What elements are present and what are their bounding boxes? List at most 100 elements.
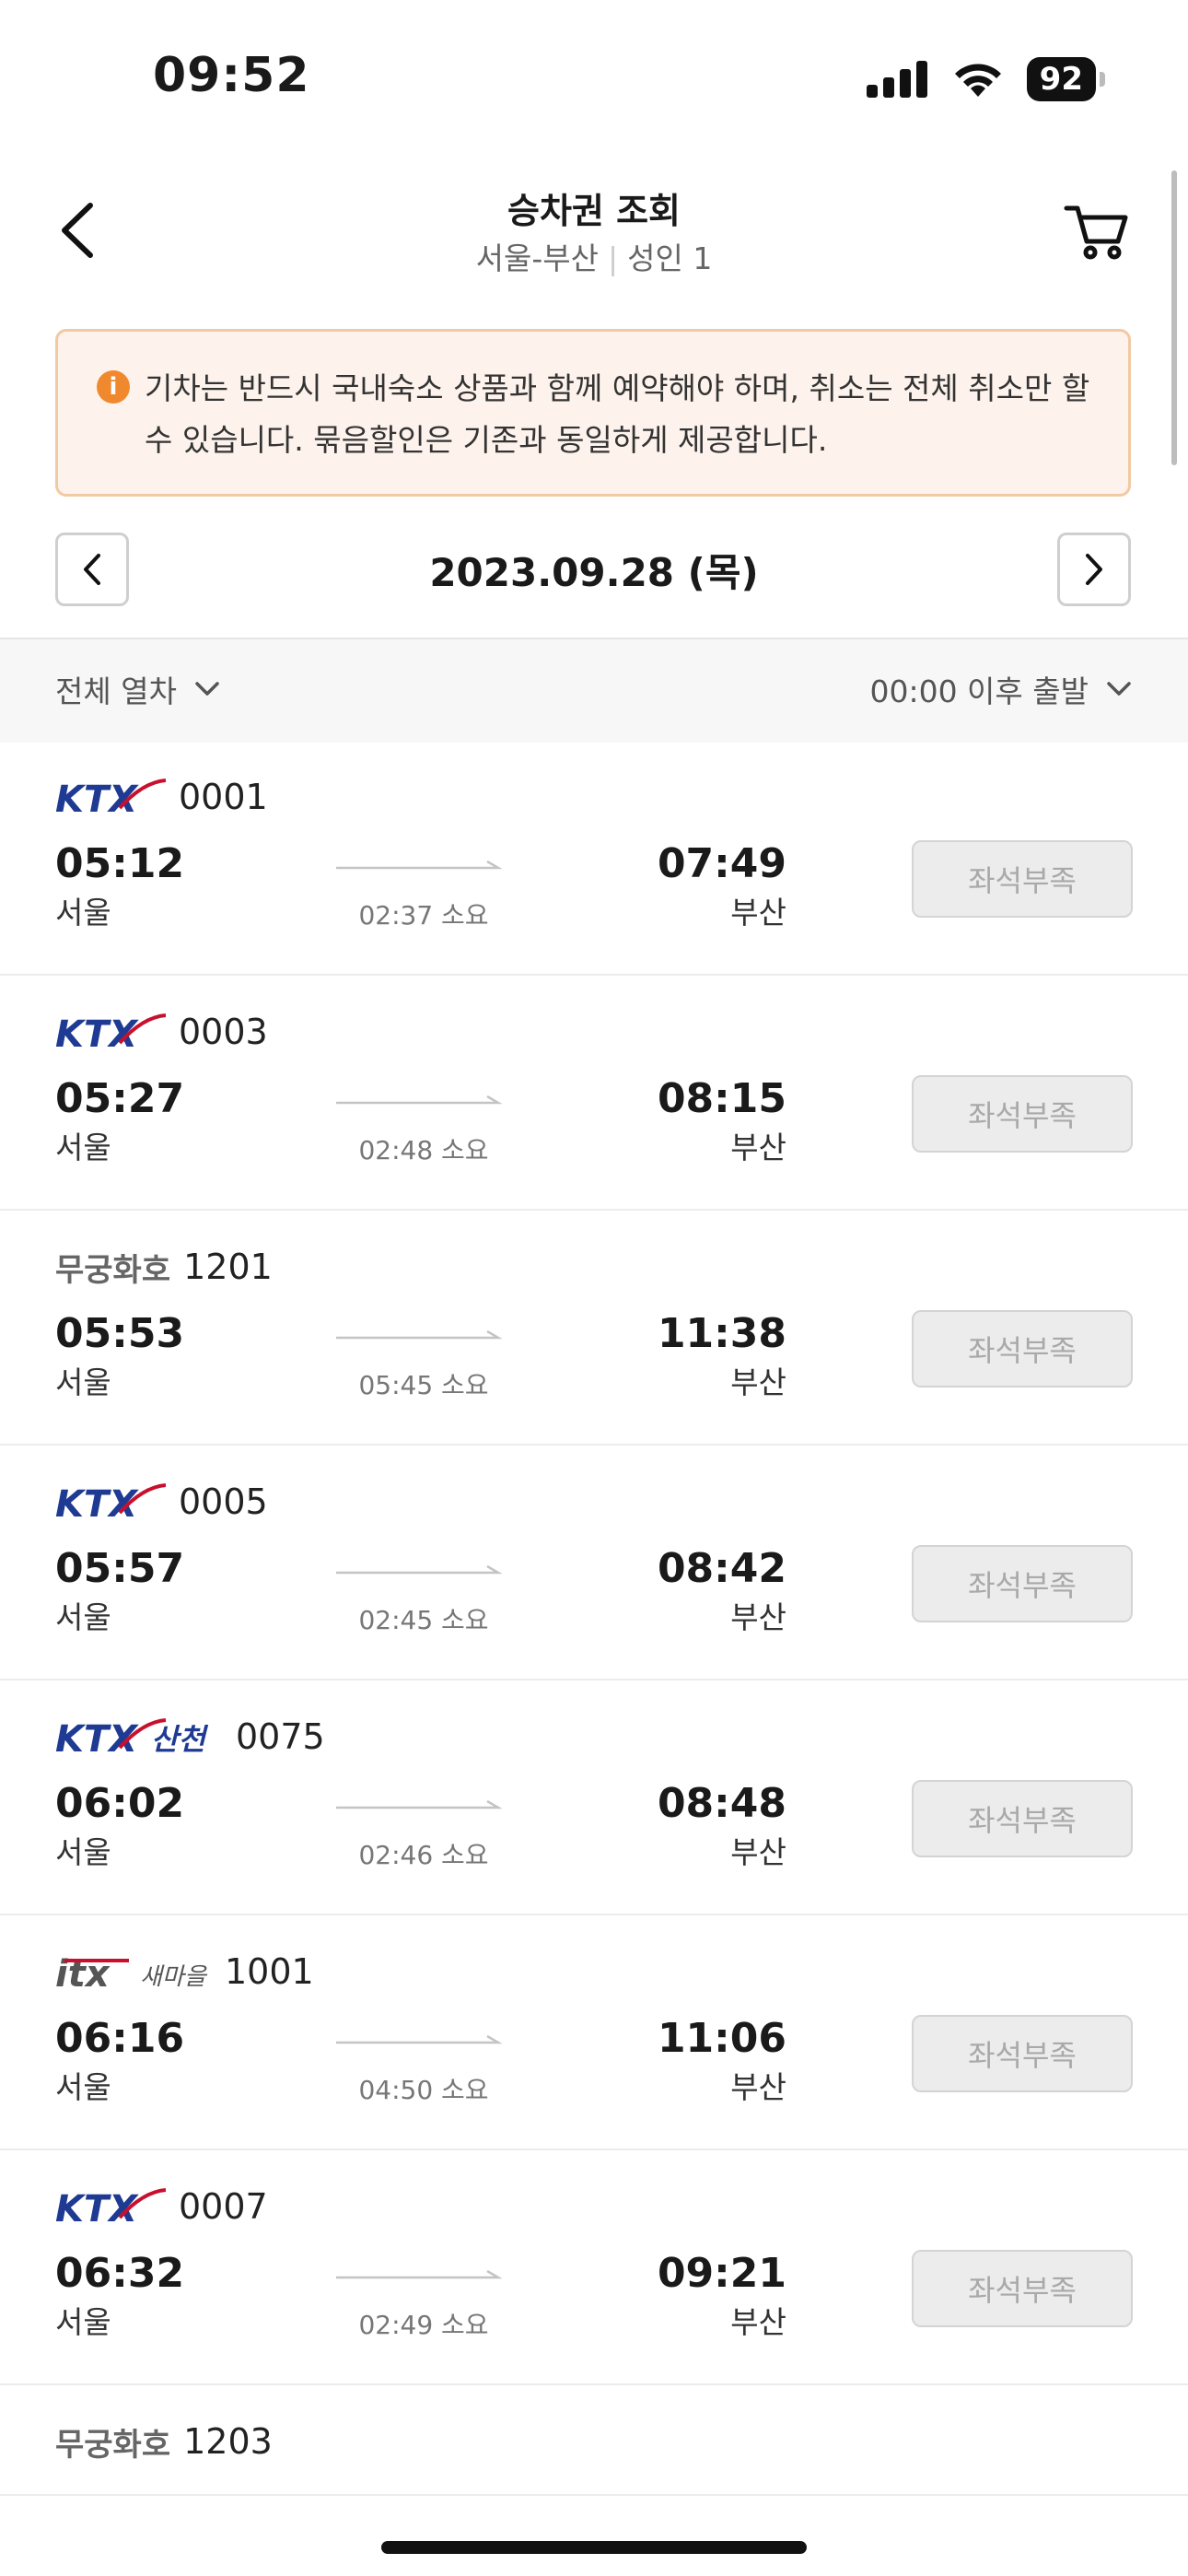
departure-station: 서울 — [55, 895, 111, 931]
train-row[interactable]: KTX 산천 0075 06:02 서울 02:46 소요 08:48 부산 좌… — [0, 1680, 1188, 1915]
train-number: 0007 — [179, 2186, 268, 2227]
seat-unavailable-button[interactable]: 좌석부족 — [912, 1075, 1133, 1153]
arrival-station: 부산 — [730, 1130, 786, 1165]
svg-text:KTX: KTX — [55, 2188, 139, 2227]
ktx-logo-icon: KTX — [55, 779, 166, 817]
status-bar: 09:52 92 — [0, 0, 1188, 157]
train-number: 1201 — [183, 1247, 273, 1287]
departure-time: 05:53 — [55, 1310, 185, 1357]
filter-bar: 전체 열차 00:00 이후 출발 — [0, 638, 1188, 743]
chevron-right-icon — [1086, 554, 1102, 585]
mugunghwa-logo: 무궁화호 — [55, 2426, 171, 2464]
train-type-filter[interactable]: 전체 열차 — [55, 667, 221, 711]
arrival-station: 부산 — [730, 895, 786, 931]
arrival-station: 부산 — [730, 1364, 786, 1400]
page-header: 승차권 조회 서울-부산 | 성인 1 — [0, 157, 1188, 322]
date-navigation: 2023.09.28 (목) — [0, 525, 1188, 636]
arrival-time: 08:15 — [657, 1075, 786, 1122]
seat-unavailable-button[interactable]: 좌석부족 — [912, 840, 1133, 918]
departure-time: 05:12 — [55, 840, 185, 887]
selected-date: 2023.09.28 (목) — [429, 550, 759, 595]
next-date-button[interactable] — [1057, 533, 1131, 606]
svg-text:KTX: KTX — [55, 1483, 139, 1522]
train-brand: KTX 0007 — [55, 2184, 268, 2230]
svg-text:KTX: KTX — [55, 1718, 139, 1757]
train-brand: 무궁화호 1203 — [55, 2418, 273, 2465]
seat-unavailable-button[interactable]: 좌석부족 — [912, 2250, 1133, 2327]
arrival-time: 11:38 — [657, 1310, 786, 1357]
departure-time: 06:02 — [55, 1780, 185, 1827]
train-brand: KTX 0003 — [55, 1009, 268, 1055]
status-time: 09:52 — [153, 48, 310, 103]
arrival-time: 08:48 — [657, 1780, 786, 1827]
arrival-time: 08:42 — [657, 1545, 786, 1592]
battery-indicator: 92 — [1026, 57, 1106, 101]
page-title: 승차권 조회 — [507, 191, 681, 231]
departure-time: 06:16 — [55, 2015, 185, 2062]
mugunghwa-logo: 무궁화호 — [55, 1251, 171, 1289]
train-number: 1203 — [183, 2421, 273, 2462]
departure-time: 05:57 — [55, 1545, 185, 1592]
departure-station: 서울 — [55, 2069, 111, 2105]
ktx-logo-icon: KTX — [55, 1013, 166, 1052]
passenger-label: 성인 1 — [627, 240, 713, 276]
travel-duration: 02:49 소요 — [358, 2310, 489, 2340]
battery-level: 92 — [1039, 61, 1083, 98]
info-icon: i — [97, 370, 130, 404]
arrival-time: 09:21 — [657, 2250, 786, 2297]
train-row[interactable]: KTX 0001 05:12 서울 02:37 소요 07:49 부산 좌석부족 — [0, 741, 1188, 976]
cart-button[interactable] — [1059, 193, 1133, 267]
train-number: 1001 — [225, 1951, 314, 1992]
page-subtitle: 서울-부산 | 성인 1 — [0, 234, 1188, 278]
seat-unavailable-button[interactable]: 좌석부족 — [912, 2015, 1133, 2092]
seat-unavailable-button[interactable]: 좌석부족 — [912, 1310, 1133, 1388]
train-number: 0003 — [179, 1012, 268, 1052]
notice-banner: i 기차는 반드시 국내숙소 상품과 함께 예약해야 하며, 취소는 전체 취소… — [55, 329, 1131, 497]
ktx-logo-icon: KTX — [55, 2188, 166, 2227]
svg-text:산천: 산천 — [151, 1722, 208, 1757]
train-row[interactable]: 무궁화호 1203 — [0, 2385, 1188, 2496]
train-type-label: 전체 열차 — [55, 673, 177, 709]
home-indicator[interactable] — [381, 2541, 807, 2554]
scrollbar-thumb[interactable] — [1171, 170, 1177, 465]
arrow-right-icon — [336, 1799, 502, 1809]
train-list: KTX 0001 05:12 서울 02:37 소요 07:49 부산 좌석부족… — [0, 741, 1188, 2496]
train-row[interactable]: KTX 0003 05:27 서울 02:48 소요 08:15 부산 좌석부족 — [0, 976, 1188, 1211]
departure-station: 서울 — [55, 1599, 111, 1635]
arrow-right-icon — [336, 1095, 502, 1105]
train-row[interactable]: KTX 0007 06:32 서울 02:49 소요 09:21 부산 좌석부족 — [0, 2150, 1188, 2385]
departure-station: 서울 — [55, 1130, 111, 1165]
seat-unavailable-button[interactable]: 좌석부족 — [912, 1545, 1133, 1622]
svg-text:KTX: KTX — [55, 779, 139, 817]
seat-unavailable-button[interactable]: 좌석부족 — [912, 1780, 1133, 1857]
departure-station: 서울 — [55, 2304, 111, 2340]
train-brand: itx 새마을 1001 — [55, 1949, 314, 1995]
travel-duration: 02:48 소요 — [358, 1135, 489, 1165]
departure-time: 05:27 — [55, 1075, 185, 1122]
arrival-station: 부산 — [730, 2304, 786, 2340]
notice-text: 기차는 반드시 국내숙소 상품과 함께 예약해야 하며, 취소는 전체 취소만 … — [145, 370, 1090, 458]
chevron-down-icon — [195, 682, 219, 696]
chevron-down-icon — [1107, 682, 1131, 696]
cart-icon — [1064, 205, 1128, 260]
train-row[interactable]: 무궁화호 1201 05:53 서울 05:45 소요 11:38 부산 좌석부… — [0, 1211, 1188, 1446]
ktx-logo-icon: KTX — [55, 1483, 166, 1522]
svg-text:새마을: 새마을 — [140, 1963, 208, 1991]
route-label: 서울-부산 — [475, 240, 599, 276]
arrival-station: 부산 — [730, 1834, 786, 1870]
arrow-right-icon — [336, 2269, 502, 2279]
departure-station: 서울 — [55, 1364, 111, 1400]
train-number: 0005 — [179, 1481, 268, 1522]
train-row[interactable]: itx 새마을 1001 06:16 서울 04:50 소요 11:06 부산 … — [0, 1915, 1188, 2150]
train-row[interactable]: KTX 0005 05:57 서울 02:45 소요 08:42 부산 좌석부족 — [0, 1446, 1188, 1680]
departure-time-label: 00:00 이후 출발 — [869, 673, 1089, 709]
arrow-right-icon — [336, 1564, 502, 1575]
train-brand: KTX 산천 0075 — [55, 1714, 325, 1760]
arrival-time: 11:06 — [657, 2015, 786, 2062]
subtitle-divider: | — [608, 240, 619, 276]
departure-time-filter[interactable]: 00:00 이후 출발 — [869, 667, 1133, 711]
itx-saemaeul-logo-icon: itx 새마을 — [55, 1953, 208, 1992]
arrow-right-icon — [336, 2034, 502, 2044]
arrival-time: 07:49 — [657, 840, 786, 887]
arrival-station: 부산 — [730, 1599, 786, 1635]
